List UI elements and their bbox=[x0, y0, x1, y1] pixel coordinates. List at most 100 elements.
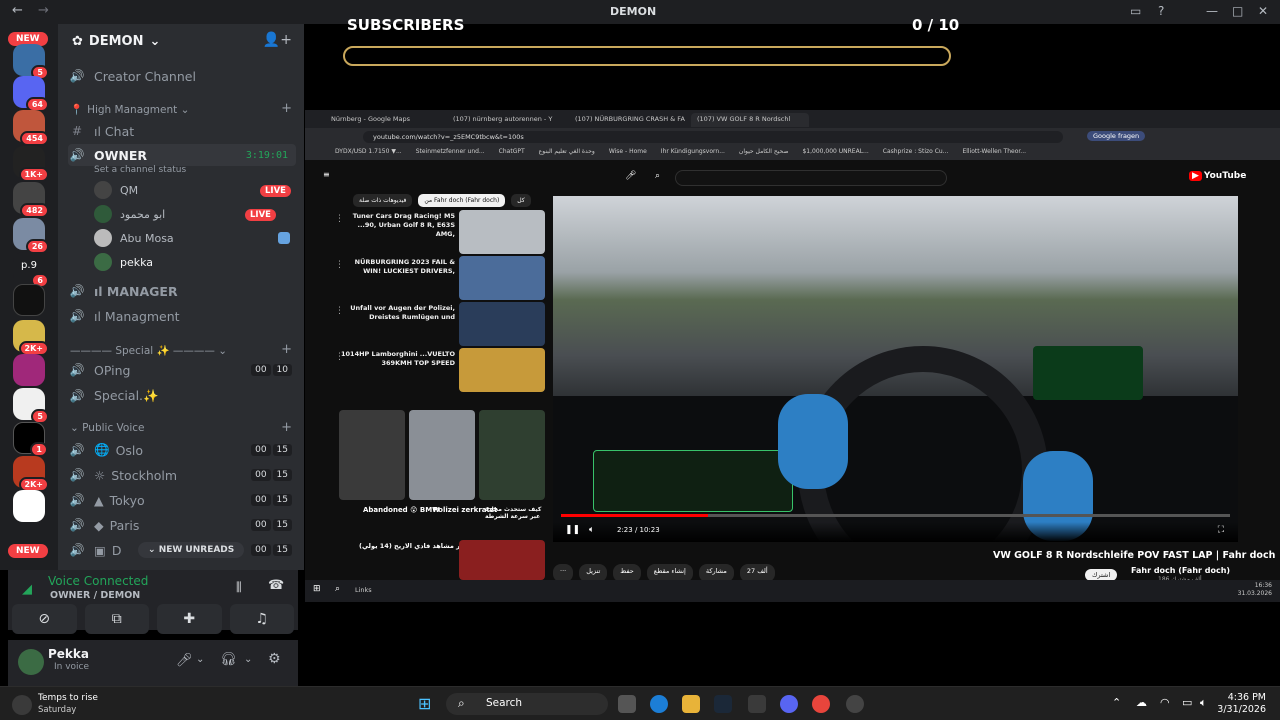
forward-arrow-icon[interactable]: → bbox=[38, 3, 49, 18]
browser-tab-active[interactable]: (107) VW GOLF 8 R Nordschl bbox=[691, 113, 809, 127]
browser-tab[interactable]: (107) NÜRBURGRING CRASH & FA bbox=[569, 113, 687, 127]
bookmark[interactable]: Steinmetzfenner und... bbox=[416, 148, 485, 158]
server-icon[interactable]: 454 bbox=[13, 110, 49, 146]
bookmark[interactable]: وحدة الغي تعليم البنوع bbox=[539, 148, 595, 158]
gear-icon[interactable]: ⚙ bbox=[268, 651, 281, 667]
soundboard-icon[interactable]: ♫ bbox=[229, 604, 294, 634]
server-icon-demon[interactable] bbox=[13, 284, 45, 316]
taskbar-clock[interactable]: 4:36 PM 3/31/2026 bbox=[1217, 692, 1266, 716]
pause-icon[interactable]: ❚❚ bbox=[565, 525, 580, 535]
channel-status[interactable]: Set a channel status bbox=[94, 165, 186, 175]
volume-icon[interactable]: 🔈︎ bbox=[1200, 696, 1207, 710]
help-icon[interactable]: ? bbox=[1158, 4, 1164, 18]
back-arrow-icon[interactable]: ← bbox=[12, 3, 23, 18]
bookmark[interactable]: ChatGPT bbox=[499, 148, 525, 158]
microphone-icon[interactable]: 🎤︎ bbox=[176, 653, 193, 668]
stream-view[interactable]: SUBSCRIBERS 0 / 10 Nürnberg - Google Map… bbox=[305, 16, 1280, 686]
server-icon[interactable]: 482 bbox=[13, 182, 49, 218]
video-thumbnail[interactable] bbox=[459, 540, 545, 580]
chevron-up-icon[interactable]: ⌃ bbox=[1112, 696, 1121, 709]
channel-tokyo[interactable]: 🔊 ▲ Tokyo 00 15 bbox=[68, 489, 296, 511]
fullscreen-icon[interactable]: ⛶ bbox=[1218, 525, 1224, 535]
chevron-down-icon[interactable]: ⌄ bbox=[196, 654, 204, 665]
chevron-down-icon[interactable]: ⌄ bbox=[244, 654, 252, 665]
minimize-icon[interactable]: — bbox=[1206, 4, 1218, 18]
channel-chat[interactable]: # ıl Chat bbox=[68, 120, 296, 142]
server-icon[interactable]: 2K+ bbox=[13, 320, 49, 356]
onedrive-icon[interactable]: ☁ bbox=[1136, 696, 1147, 709]
search-icon[interactable]: ⌕ bbox=[655, 171, 660, 181]
server-icon[interactable]: p.9 6 bbox=[13, 252, 49, 288]
new-unreads-button[interactable]: ⌄ NEW UNREADS bbox=[138, 542, 245, 558]
server-icon[interactable] bbox=[13, 490, 45, 522]
server-icon[interactable]: 1K+ bbox=[13, 146, 49, 182]
disconnect-icon[interactable]: ☎ bbox=[268, 578, 284, 593]
weather-icon[interactable] bbox=[12, 695, 32, 715]
video-player[interactable]: ❚❚ 🔈︎ 2:23 / 10:23 ⛶ bbox=[553, 196, 1238, 542]
address-bar[interactable]: youtube.com/watch?v=_z5EMC9tbcw&t=100s bbox=[363, 131, 1063, 143]
channel-paris[interactable]: 🔊 ◆ Paris 00 15 bbox=[68, 514, 296, 536]
server-icon[interactable]: 64 bbox=[13, 76, 49, 112]
activities-icon[interactable]: ✚ bbox=[157, 604, 222, 634]
close-icon[interactable]: ✕ bbox=[1258, 4, 1268, 18]
wifi-icon[interactable]: ◠ bbox=[1160, 696, 1170, 709]
channel-oping[interactable]: 🔊 OPing 00 10 bbox=[68, 359, 296, 381]
server-icon[interactable]: 2K+ bbox=[13, 456, 49, 492]
server-icon[interactable]: 5 bbox=[13, 388, 49, 424]
video-title[interactable]: آخر مشاهد فادي الاريح (14 يولي) bbox=[359, 542, 467, 550]
bookmark[interactable]: Elliott-Wellen Theor... bbox=[962, 148, 1026, 158]
weather-title[interactable]: Temps to rise bbox=[38, 693, 98, 703]
server-icon[interactable]: 5 bbox=[13, 44, 49, 80]
server-header[interactable]: ✿ DEMON ⌄ bbox=[72, 34, 160, 49]
menu-icon[interactable]: ≡ bbox=[323, 170, 330, 179]
channel-oslo[interactable]: 🔊 🌐 Oslo 00 15 bbox=[68, 439, 296, 461]
noise-suppression-icon[interactable]: ⫼ bbox=[236, 580, 242, 595]
related-video[interactable]: ⋮ NÜRBURGRING 2023 FAIL & WIN! LUCKIEST … bbox=[335, 256, 547, 300]
file-explorer-icon[interactable] bbox=[682, 695, 700, 713]
channel-managment[interactable]: 🔊 ıl Managment bbox=[68, 305, 296, 327]
channel-manager[interactable]: 🔊 ıl MANAGER bbox=[68, 280, 296, 302]
channel-creator[interactable]: 🔊 Creator Channel bbox=[68, 65, 296, 87]
bookmark[interactable]: DYDX/USD 1.7150 ▼... bbox=[335, 148, 402, 158]
bookmark[interactable]: Cashprize : Stizo Cu... bbox=[883, 148, 949, 158]
avatar[interactable] bbox=[18, 649, 44, 675]
server-icon[interactable]: 26 bbox=[13, 218, 49, 254]
server-icon[interactable]: 1 bbox=[13, 422, 48, 457]
related-video[interactable]: ⋮ Unfall vor Augen der Polizei, Dreistes… bbox=[335, 302, 547, 346]
related-video[interactable]: ⋮ 1014HP Lamborghini ...VUELTO 369KMH TO… bbox=[335, 348, 547, 392]
edge-icon[interactable] bbox=[650, 695, 668, 713]
network-icon[interactable]: ▭ bbox=[1182, 696, 1192, 709]
voice-user[interactable]: Abu Mosa bbox=[94, 227, 294, 249]
obs-icon[interactable] bbox=[846, 695, 864, 713]
bookmark[interactable]: Wise - Home bbox=[609, 148, 647, 158]
mic-icon[interactable]: 🎤︎ bbox=[625, 171, 636, 181]
server-icon[interactable] bbox=[13, 354, 45, 386]
channel-owner[interactable]: 🔊 OWNER 3:19:01 bbox=[68, 144, 296, 166]
add-channel-icon[interactable]: + bbox=[281, 101, 292, 116]
voice-user[interactable]: pekka bbox=[94, 251, 294, 273]
headphones-icon[interactable]: 🎧︎ bbox=[220, 652, 237, 667]
taskbar-search[interactable]: ⌕ Search bbox=[446, 693, 608, 715]
channel-stockholm[interactable]: 🔊 ☼ Stockholm 00 15 bbox=[68, 464, 296, 486]
new-pill-bottom[interactable]: NEW bbox=[8, 544, 48, 558]
google-ask-button[interactable]: Google fragen bbox=[1087, 131, 1146, 141]
volume-icon[interactable]: 🔈︎ bbox=[589, 525, 594, 535]
inbox-icon[interactable]: ▭ bbox=[1130, 4, 1141, 18]
video-progress[interactable] bbox=[561, 514, 1230, 517]
short-title[interactable]: كيف ستحدث مجادة عبر سرعة الشرطة bbox=[485, 506, 545, 520]
bookmark[interactable]: $1,000,000 UNREAL... bbox=[802, 148, 868, 158]
chrome-icon[interactable] bbox=[812, 695, 830, 713]
start-icon[interactable]: ⊞ bbox=[418, 694, 431, 713]
voice-channel[interactable]: OWNER / DEMON bbox=[50, 590, 140, 601]
discord-icon[interactable] bbox=[780, 695, 798, 713]
invite-people-icon[interactable]: 👤+ bbox=[263, 32, 292, 48]
browser-tab[interactable]: Nürnberg - Google Maps bbox=[325, 113, 443, 127]
add-channel-icon[interactable]: + bbox=[281, 342, 292, 357]
browser-tab[interactable]: (107) nürnberg autorennen - Y bbox=[447, 113, 565, 127]
short-thumbnail[interactable] bbox=[479, 410, 545, 500]
bookmark[interactable]: صحيح الكامل حيوان bbox=[739, 148, 789, 158]
channel-special[interactable]: 🔊 Special.✨ bbox=[68, 385, 296, 407]
filter-chip[interactable]: من Fahr doch (Fahr doch) bbox=[418, 194, 506, 207]
short-title[interactable]: Abandoned 😲 BMW bbox=[363, 506, 440, 514]
short-thumbnail[interactable] bbox=[339, 410, 405, 500]
